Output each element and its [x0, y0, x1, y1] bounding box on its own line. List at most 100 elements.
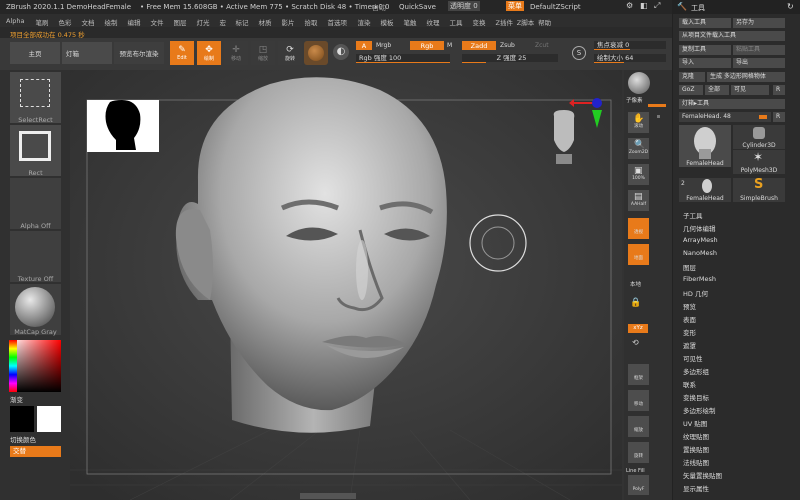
subpalette-item[interactable]: 联系	[683, 379, 696, 389]
color-swap-icon[interactable]: ◐	[333, 44, 349, 60]
lightbox-tools-button[interactable]: 灯箱▸工具	[679, 99, 785, 109]
subpalette-item[interactable]: 预览	[683, 301, 696, 311]
subpixel-slider[interactable]	[648, 104, 666, 107]
xyz-button[interactable]: xYz	[628, 324, 648, 333]
save-as-button[interactable]: 另存为	[733, 18, 785, 28]
menu-item[interactable]: 首选项	[328, 17, 348, 27]
refresh-icon[interactable]: ↻	[787, 2, 794, 11]
scale-button[interactable]: ◳ 缩放	[251, 41, 275, 65]
subpalette-item[interactable]: 图层	[683, 262, 696, 272]
gradient-label[interactable]: 渐变	[10, 394, 23, 404]
goz-button[interactable]: GoZ	[679, 85, 703, 95]
rotate-view-button[interactable]: 旋转	[628, 442, 649, 463]
r2-button[interactable]: R	[773, 112, 785, 122]
subpalette-item[interactable]: 可见性	[683, 353, 703, 363]
move-button[interactable]: ✛ 移动	[224, 41, 248, 65]
frame-button[interactable]: 框架	[628, 364, 649, 385]
all-button[interactable]: 全部	[705, 85, 729, 95]
make-polymesh-button[interactable]: 生成 多边形网格物体	[707, 72, 785, 82]
zsub-toggle[interactable]: Zsub	[500, 42, 515, 49]
lightbox-button[interactable]: 灯箱	[62, 42, 112, 64]
material-selector[interactable]: MatCap Gray	[10, 284, 61, 336]
floor-button[interactable]: 地面	[628, 244, 649, 265]
zoom2d-button[interactable]: 🔍 Zoom2D	[628, 138, 649, 159]
menu-item[interactable]: Z插件	[496, 17, 513, 27]
menu-item[interactable]: Alpha	[6, 17, 24, 25]
rotate-button[interactable]: ⟳ 旋转	[278, 41, 302, 65]
subpalette-item[interactable]: FiberMesh	[683, 275, 716, 283]
edit-button[interactable]: ✎ Edit	[170, 41, 194, 65]
tool-thumb-polymesh3d[interactable]: ✶ PolyMesh3D	[733, 150, 785, 174]
settings-icon[interactable]: ⚙	[626, 1, 633, 10]
menu-item[interactable]: 图层	[174, 17, 187, 27]
local-button[interactable]: 本地	[630, 280, 641, 288]
subpalette-item[interactable]: 变换目标	[683, 392, 709, 402]
a-toggle[interactable]: A	[356, 41, 372, 50]
actual-size-button[interactable]: ▣ 100%	[628, 164, 649, 185]
subpalette-item[interactable]: 置换贴图	[683, 444, 709, 454]
hue-strip[interactable]	[9, 340, 17, 392]
switch-color-button[interactable]: 切换颜色	[10, 434, 36, 444]
subpalette-item[interactable]: 遮罩	[683, 340, 696, 350]
r-button[interactable]: R	[773, 85, 785, 95]
perspective-button[interactable]: 透视	[628, 218, 649, 239]
m-toggle[interactable]: M	[447, 42, 452, 49]
visible-button[interactable]: 可见	[731, 85, 769, 95]
stroke-icon[interactable]: S	[572, 46, 586, 60]
menu-item[interactable]: 宏	[220, 17, 227, 27]
viewport-canvas[interactable]	[70, 70, 622, 500]
menu-button[interactable]: 菜单	[506, 1, 524, 11]
clone-button[interactable]: 克隆	[679, 72, 705, 82]
secondary-color-swatch[interactable]	[37, 406, 61, 432]
texture-selector[interactable]: Texture Off	[10, 231, 61, 283]
menu-item[interactable]: 文档	[82, 17, 95, 27]
menu-item[interactable]: 工具	[450, 17, 463, 27]
subpalette-item[interactable]: ArrayMesh	[683, 236, 718, 244]
menu-item[interactable]: 模板	[381, 17, 394, 27]
export-button[interactable]: 导出	[733, 58, 785, 68]
bpr-button[interactable]	[628, 72, 650, 94]
menu-item[interactable]: 绘制	[105, 17, 118, 27]
menu-item[interactable]: Z脚本	[517, 17, 534, 27]
subpalette-item[interactable]: 纹理贴图	[683, 431, 709, 441]
subpalette-item[interactable]: 显示属性	[683, 483, 709, 493]
draw-size-slider[interactable]: 绘制大小 64	[594, 54, 666, 63]
tool-thumb-femalehead[interactable]: FemaleHead	[679, 125, 731, 167]
select-rect-brush[interactable]: SelectRect	[10, 72, 61, 124]
z-intensity-slider[interactable]: Z 强度 25	[462, 54, 558, 63]
rgb-toggle[interactable]: Rgb	[410, 41, 444, 50]
current-tool-slider[interactable]: FemaleHead. 48	[679, 112, 771, 122]
home-button[interactable]: 主页	[10, 42, 60, 64]
copy-tool-button[interactable]: 复制工具	[679, 45, 731, 55]
rotate-axis-icon[interactable]: ⟲	[632, 338, 639, 347]
subpalette-item[interactable]: 法线贴图	[683, 457, 709, 467]
subpalette-item[interactable]: 表面	[683, 314, 696, 324]
load-from-project-button[interactable]: 从项目文件载入工具	[679, 31, 785, 41]
zcut-toggle[interactable]: Zcut	[535, 42, 549, 49]
layout-icon[interactable]: ◧	[640, 1, 648, 10]
expand-icon[interactable]: ⤢	[654, 1, 660, 11]
transparency-slider[interactable]: 透明度 0	[448, 1, 480, 11]
tool-thumb-femalehead-small[interactable]: 2 FemaleHead	[679, 178, 731, 202]
paste-tool-button[interactable]: 粘贴工具	[733, 45, 785, 55]
tool-thumb-cylinder3d[interactable]: Cylinder3D	[733, 125, 785, 149]
subpalette-item[interactable]: 矢量置换贴图	[683, 470, 722, 480]
preview-render-button[interactable]: 预览布尔渲染	[114, 42, 164, 64]
subpalette-item[interactable]: 几何体编辑	[683, 223, 716, 233]
focal-shift-slider[interactable]: 焦点衰减 0	[594, 41, 666, 50]
subpalette-item[interactable]: HD 几何	[683, 288, 708, 298]
subpalette-item[interactable]: UV 贴图	[683, 418, 707, 428]
rgb-intensity-slider[interactable]: Rgb 强度 100	[356, 54, 450, 63]
menu-item[interactable]: 渲染	[358, 17, 371, 27]
lock-icon[interactable]: 🔒	[630, 298, 641, 308]
menu-item[interactable]: 编辑	[128, 17, 141, 27]
bottom-scroll-handle[interactable]	[300, 493, 356, 499]
subpalette-item[interactable]: 多边形组	[683, 366, 709, 376]
menu-item[interactable]: 色彩	[59, 17, 72, 27]
aahalf-button[interactable]: ▤ AAHalf	[628, 190, 649, 211]
menu-item[interactable]: 文件	[151, 17, 164, 27]
import-button[interactable]: 导入	[679, 58, 731, 68]
menu-item[interactable]: 帮助	[538, 17, 551, 27]
tool-thumb-simplebrush[interactable]: S SimpleBrush	[733, 178, 785, 202]
color-picker[interactable]	[9, 340, 61, 392]
